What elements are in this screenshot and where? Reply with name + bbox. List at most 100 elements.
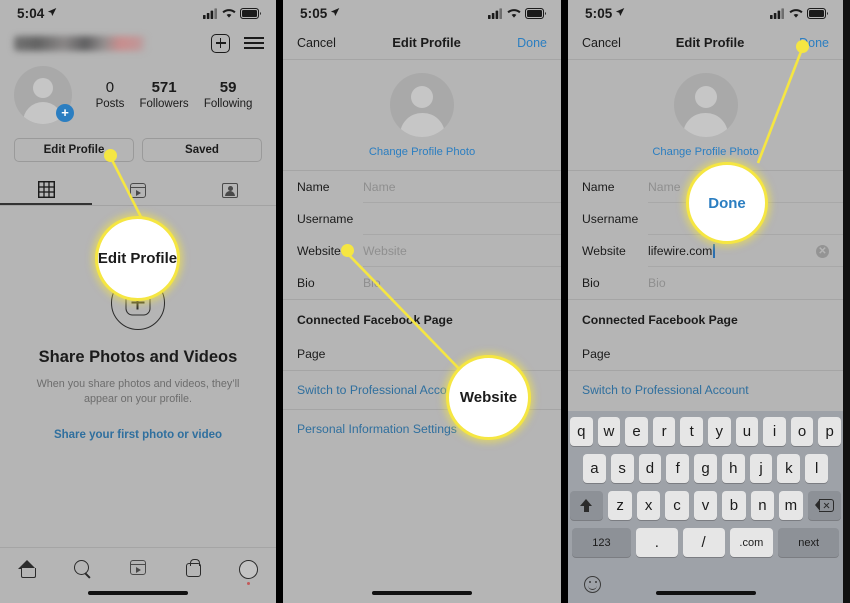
personal-information-settings-link[interactable]: Personal Information Settings [283,409,561,448]
stat-followers[interactable]: 571 Followers [139,79,188,112]
key-b[interactable]: b [722,491,746,520]
key-delete[interactable] [807,491,841,520]
change-profile-photo-link[interactable]: Change Profile Photo [283,146,561,158]
key-y[interactable]: y [708,417,731,446]
key-g[interactable]: g [694,454,717,483]
tabbar-home[interactable] [0,560,55,578]
field-name[interactable]: Name Name [283,171,561,203]
saved-button[interactable]: Saved [142,138,262,162]
tabbar-search[interactable] [55,560,110,578]
empty-state-title: Share Photos and Videos [38,348,238,366]
profile-header-actions [211,33,264,53]
bio-input[interactable]: Bio [648,267,843,299]
username-input[interactable] [648,203,843,235]
done-button[interactable]: Done [799,36,829,50]
page-input[interactable] [363,338,561,370]
status-bar: 5:04 [0,0,276,26]
field-website[interactable]: Website lifewire.com ✕ [568,235,843,267]
edit-profile-navbar: Cancel Edit Profile Done [568,26,843,60]
key-numbers[interactable]: 123 [572,528,631,557]
done-button[interactable]: Done [517,36,547,50]
stat-following-label: Following [203,97,253,110]
key-m[interactable]: m [779,491,803,520]
status-time-label: 5:04 [17,5,45,21]
add-story-badge-icon[interactable]: + [56,104,74,122]
username-input[interactable] [363,203,561,235]
battery-icon [807,7,828,19]
cancel-button[interactable]: Cancel [297,36,336,50]
key-i[interactable]: i [763,417,786,446]
name-input[interactable]: Name [363,171,561,203]
reels-icon [130,560,146,575]
emoji-smiley-icon[interactable] [584,575,601,593]
keyboard-row-4: 123 . / .com next [570,528,841,557]
field-username[interactable]: Username [568,203,843,235]
stat-following[interactable]: 59 Following [204,79,253,112]
tab-tagged[interactable] [184,175,276,205]
field-label: Bio [582,276,600,290]
key-dotcom[interactable]: .com [729,528,774,557]
field-website[interactable]: Website Website [283,235,561,267]
hamburger-menu-icon[interactable] [244,36,264,50]
key-u[interactable]: u [735,417,759,446]
key-x[interactable]: x [636,491,661,520]
field-name[interactable]: Name Name [568,171,843,203]
clear-text-icon[interactable]: ✕ [816,244,829,258]
key-e[interactable]: e [625,417,648,446]
page-input[interactable] [648,338,843,370]
search-icon [73,560,92,578]
key-p[interactable]: p [818,417,841,446]
bio-input[interactable]: Bio [363,267,561,299]
key-n[interactable]: n [750,491,775,520]
field-bio[interactable]: Bio Bio [568,267,843,299]
wifi-icon [507,8,521,18]
key-d[interactable]: d [638,454,662,483]
website-input[interactable]: Website [363,235,561,267]
key-t[interactable]: t [680,417,703,446]
key-next[interactable]: next [778,528,839,557]
field-username[interactable]: Username [283,203,561,235]
field-page[interactable]: Page [283,338,561,370]
switch-to-professional-account-link[interactable]: Switch to Professional Account [283,370,561,409]
stat-posts[interactable]: 0 Posts [96,79,125,112]
key-period[interactable]: . [635,528,678,557]
edit-profile-button[interactable]: Edit Profile [14,138,134,162]
add-post-icon[interactable] [111,276,165,330]
field-bio[interactable]: Bio Bio [283,267,561,299]
switch-to-professional-account-link[interactable]: Switch to Professional Account [568,370,843,409]
key-l[interactable]: l [805,454,829,483]
tab-grid[interactable] [0,175,92,205]
change-profile-photo-link[interactable]: Change Profile Photo [568,146,843,158]
key-z[interactable]: z [608,491,632,520]
key-slash[interactable]: / [682,528,725,557]
key-o[interactable]: o [790,417,814,446]
key-s[interactable]: s [610,454,634,483]
field-page[interactable]: Page [568,338,843,370]
avatar[interactable]: + [14,66,74,124]
key-k[interactable]: k [777,454,801,483]
key-h[interactable]: h [721,454,745,483]
tabbar-shop[interactable] [166,559,221,577]
panel-divider [561,0,568,603]
field-label: Website [582,244,626,258]
share-first-photo-link[interactable]: Share your first photo or video [0,429,276,441]
plus-box-icon[interactable] [211,33,230,53]
profile-photo[interactable] [390,73,454,137]
key-c[interactable]: c [665,491,689,520]
key-f[interactable]: f [666,454,690,483]
panel-edit-profile-filled: 5:05 Cancel Edit Profile Done Change Pro… [568,0,843,603]
tabbar-reels[interactable] [110,560,165,575]
key-shift[interactable] [570,491,604,520]
tabbar-profile[interactable] [221,560,276,585]
name-input[interactable]: Name [648,171,843,203]
key-q[interactable]: q [570,417,593,446]
tab-reels[interactable] [92,175,184,205]
key-a[interactable]: a [582,454,606,483]
key-w[interactable]: w [597,417,621,446]
profile-photo[interactable] [673,73,738,137]
key-j[interactable]: j [749,454,773,483]
key-v[interactable]: v [693,491,718,520]
cancel-button[interactable]: Cancel [582,36,621,50]
website-input-wrap[interactable]: lifewire.com [648,235,843,267]
key-r[interactable]: r [652,417,676,446]
